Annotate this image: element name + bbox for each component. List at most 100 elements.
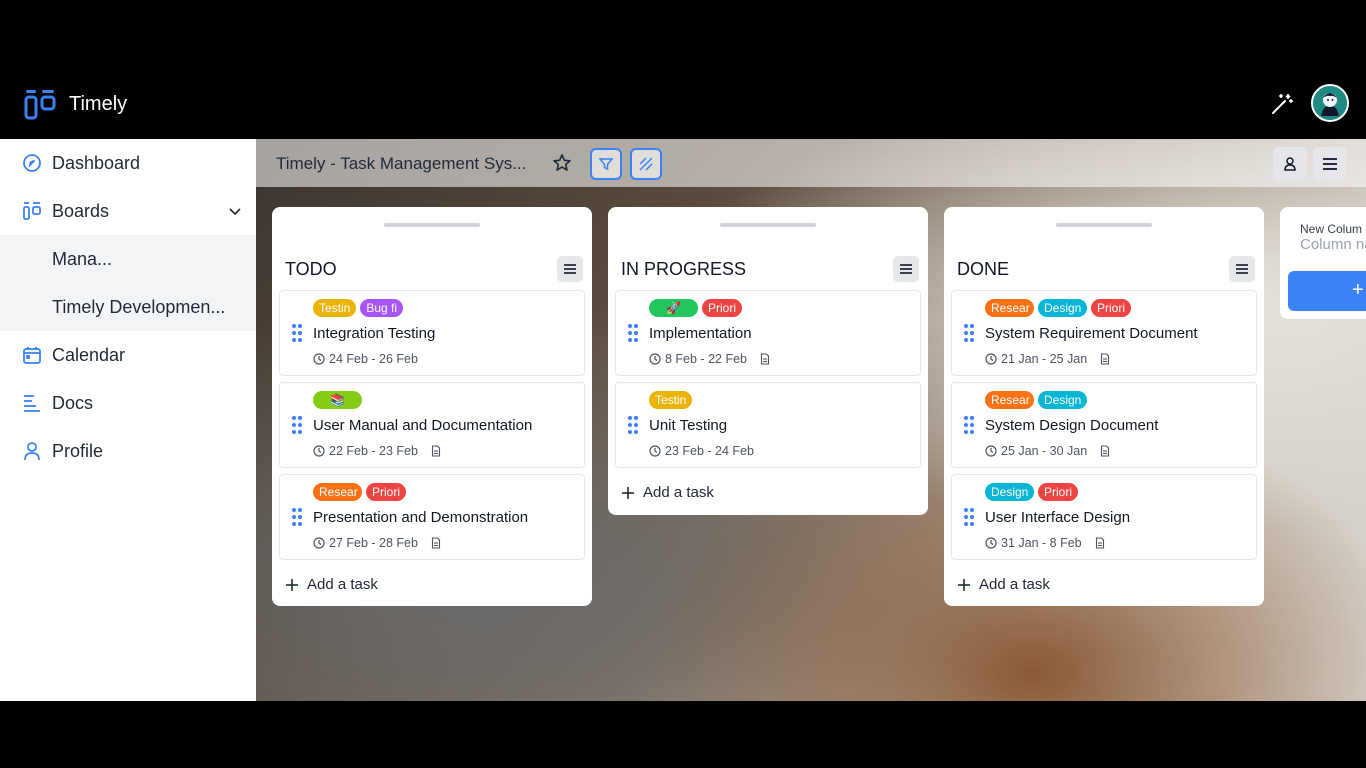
board-column: DONE Resear Design Priori System Require… bbox=[944, 207, 1264, 606]
clock-icon bbox=[313, 445, 325, 457]
new-column-label: New Colum bbox=[1300, 222, 1363, 236]
column-drag-handle[interactable] bbox=[384, 223, 480, 227]
board-item-label: Timely Developmen... bbox=[52, 297, 226, 317]
card-title: Integration Testing bbox=[313, 325, 436, 342]
user-avatar[interactable] bbox=[1311, 84, 1349, 122]
tag-list: Resear Priori bbox=[313, 483, 407, 501]
sidebar-item-label: Dashboard bbox=[52, 152, 141, 173]
drag-handle-icon[interactable] bbox=[963, 415, 975, 435]
app-header: Timely bbox=[0, 68, 1366, 139]
column-menu-button[interactable] bbox=[893, 256, 919, 282]
user-icon bbox=[24, 442, 40, 461]
clock-icon bbox=[985, 353, 997, 365]
tag-badge: 🚀 bbox=[649, 299, 698, 317]
tag-list: Resear Design Priori bbox=[985, 299, 1132, 317]
drag-handle-icon[interactable] bbox=[627, 323, 639, 343]
drag-handle-icon[interactable] bbox=[627, 415, 639, 435]
column-drag-handle[interactable] bbox=[1056, 223, 1152, 227]
task-card[interactable]: 📚 User Manual and Documentation 22 Feb -… bbox=[279, 382, 585, 468]
card-meta: 24 Feb - 26 Feb bbox=[313, 352, 418, 366]
column-name-input[interactable]: Column na bbox=[1300, 236, 1366, 253]
plus-icon bbox=[958, 578, 970, 591]
column-title[interactable]: DONE bbox=[957, 259, 1009, 280]
clock-icon bbox=[313, 537, 325, 549]
tag-badge: Design bbox=[985, 483, 1034, 501]
boards-icon bbox=[23, 202, 41, 220]
drag-handle-icon[interactable] bbox=[963, 507, 975, 527]
task-card[interactable]: Resear Design Priori System Requirement … bbox=[951, 290, 1257, 376]
tag-list: Testin Bug fi bbox=[313, 299, 404, 317]
task-card[interactable]: Resear Design System Design Document 25 … bbox=[951, 382, 1257, 468]
board-menu-button[interactable] bbox=[1313, 147, 1347, 181]
sidebar-item-label: Calendar bbox=[52, 344, 126, 365]
card-meta: 22 Feb - 23 Feb bbox=[313, 444, 442, 458]
card-title: User Interface Design bbox=[985, 509, 1131, 526]
add-column-button[interactable]: + bbox=[1288, 271, 1366, 311]
card-meta: 31 Jan - 8 Feb bbox=[985, 536, 1106, 550]
task-card[interactable]: Testin Bug fi Integration Testing 24 Feb… bbox=[279, 290, 585, 376]
column-title[interactable]: IN PROGRESS bbox=[621, 259, 746, 280]
column-drag-handle[interactable] bbox=[720, 223, 816, 227]
board-title[interactable]: Timely - Task Management Sys... bbox=[276, 154, 526, 174]
app-title[interactable]: Timely bbox=[69, 93, 127, 116]
task-card[interactable]: Design Priori User Interface Design 31 J… bbox=[951, 474, 1257, 560]
sidebar-item-label: Boards bbox=[52, 200, 110, 221]
tag-badge: Design bbox=[1038, 391, 1087, 409]
members-button[interactable] bbox=[1273, 147, 1307, 181]
clock-icon bbox=[649, 445, 661, 457]
filter-icon bbox=[598, 158, 614, 171]
bottom-black-bar bbox=[0, 701, 1366, 768]
sidebar-item-profile[interactable]: Profile bbox=[0, 427, 256, 475]
card-date: 21 Jan - 25 Jan bbox=[1001, 352, 1088, 366]
sidebar-item-dashboard[interactable]: Dashboard bbox=[0, 139, 256, 187]
star-icon[interactable] bbox=[552, 153, 572, 173]
column-menu-button[interactable] bbox=[1229, 256, 1255, 282]
task-card[interactable]: Resear Priori Presentation and Demonstra… bbox=[279, 474, 585, 560]
tag-badge: Resear bbox=[985, 391, 1034, 409]
sidebar-board-item[interactable]: Timely Developmen... bbox=[0, 283, 256, 331]
sidebar-item-label: Docs bbox=[52, 392, 94, 413]
add-task-button[interactable]: Add a task bbox=[957, 576, 1050, 593]
dashboard-icon bbox=[23, 154, 41, 172]
board-item-label: Mana... bbox=[52, 249, 113, 269]
docs-icon bbox=[24, 395, 40, 412]
timely-logo-icon[interactable] bbox=[24, 88, 56, 120]
clock-icon bbox=[649, 353, 661, 365]
column-title[interactable]: TODO bbox=[285, 259, 337, 280]
card-meta: 21 Jan - 25 Jan bbox=[985, 352, 1111, 366]
column-menu-button[interactable] bbox=[557, 256, 583, 282]
menu-icon bbox=[1236, 264, 1248, 274]
drag-handle-icon[interactable] bbox=[963, 323, 975, 343]
drag-handle-icon[interactable] bbox=[291, 323, 303, 343]
chevron-down-icon[interactable] bbox=[228, 204, 242, 218]
add-task-button[interactable]: Add a task bbox=[621, 484, 714, 501]
tag-list: 🚀 Priori bbox=[649, 299, 743, 317]
pattern-icon bbox=[639, 157, 653, 171]
tag-list: Resear Design bbox=[985, 391, 1087, 409]
sidebar-item-docs[interactable]: Docs bbox=[0, 379, 256, 427]
plus-icon bbox=[622, 486, 634, 499]
tag-badge: Priori bbox=[1038, 483, 1079, 501]
magic-wand-icon[interactable] bbox=[1270, 92, 1294, 116]
drag-handle-icon[interactable] bbox=[291, 507, 303, 527]
menu-icon bbox=[564, 264, 576, 274]
tag-badge: Testin bbox=[649, 391, 693, 409]
board-column: IN PROGRESS 🚀 Priori Implementation 8 Fe… bbox=[608, 207, 928, 515]
clock-icon bbox=[985, 537, 997, 549]
sidebar-item-calendar[interactable]: Calendar bbox=[0, 331, 256, 379]
card-date: 22 Feb - 23 Feb bbox=[329, 444, 418, 458]
task-card[interactable]: Testin Unit Testing 23 Feb - 24 Feb bbox=[615, 382, 921, 468]
background-button[interactable] bbox=[630, 148, 662, 180]
sidebar-item-label: Profile bbox=[52, 440, 104, 461]
card-title: Presentation and Demonstration bbox=[313, 509, 529, 526]
tag-list: Design Priori bbox=[985, 483, 1079, 501]
tag-badge: 📚 bbox=[313, 391, 362, 409]
drag-handle-icon[interactable] bbox=[291, 415, 303, 435]
filter-button[interactable] bbox=[590, 148, 622, 180]
task-card[interactable]: 🚀 Priori Implementation 8 Feb - 22 Feb bbox=[615, 290, 921, 376]
sidebar-item-boards[interactable]: Boards bbox=[0, 187, 256, 235]
sidebar-board-item[interactable]: Mana... bbox=[0, 235, 256, 283]
add-task-button[interactable]: Add a task bbox=[285, 576, 378, 593]
card-title: Unit Testing bbox=[649, 417, 728, 434]
tag-badge: Bug fi bbox=[360, 299, 404, 317]
